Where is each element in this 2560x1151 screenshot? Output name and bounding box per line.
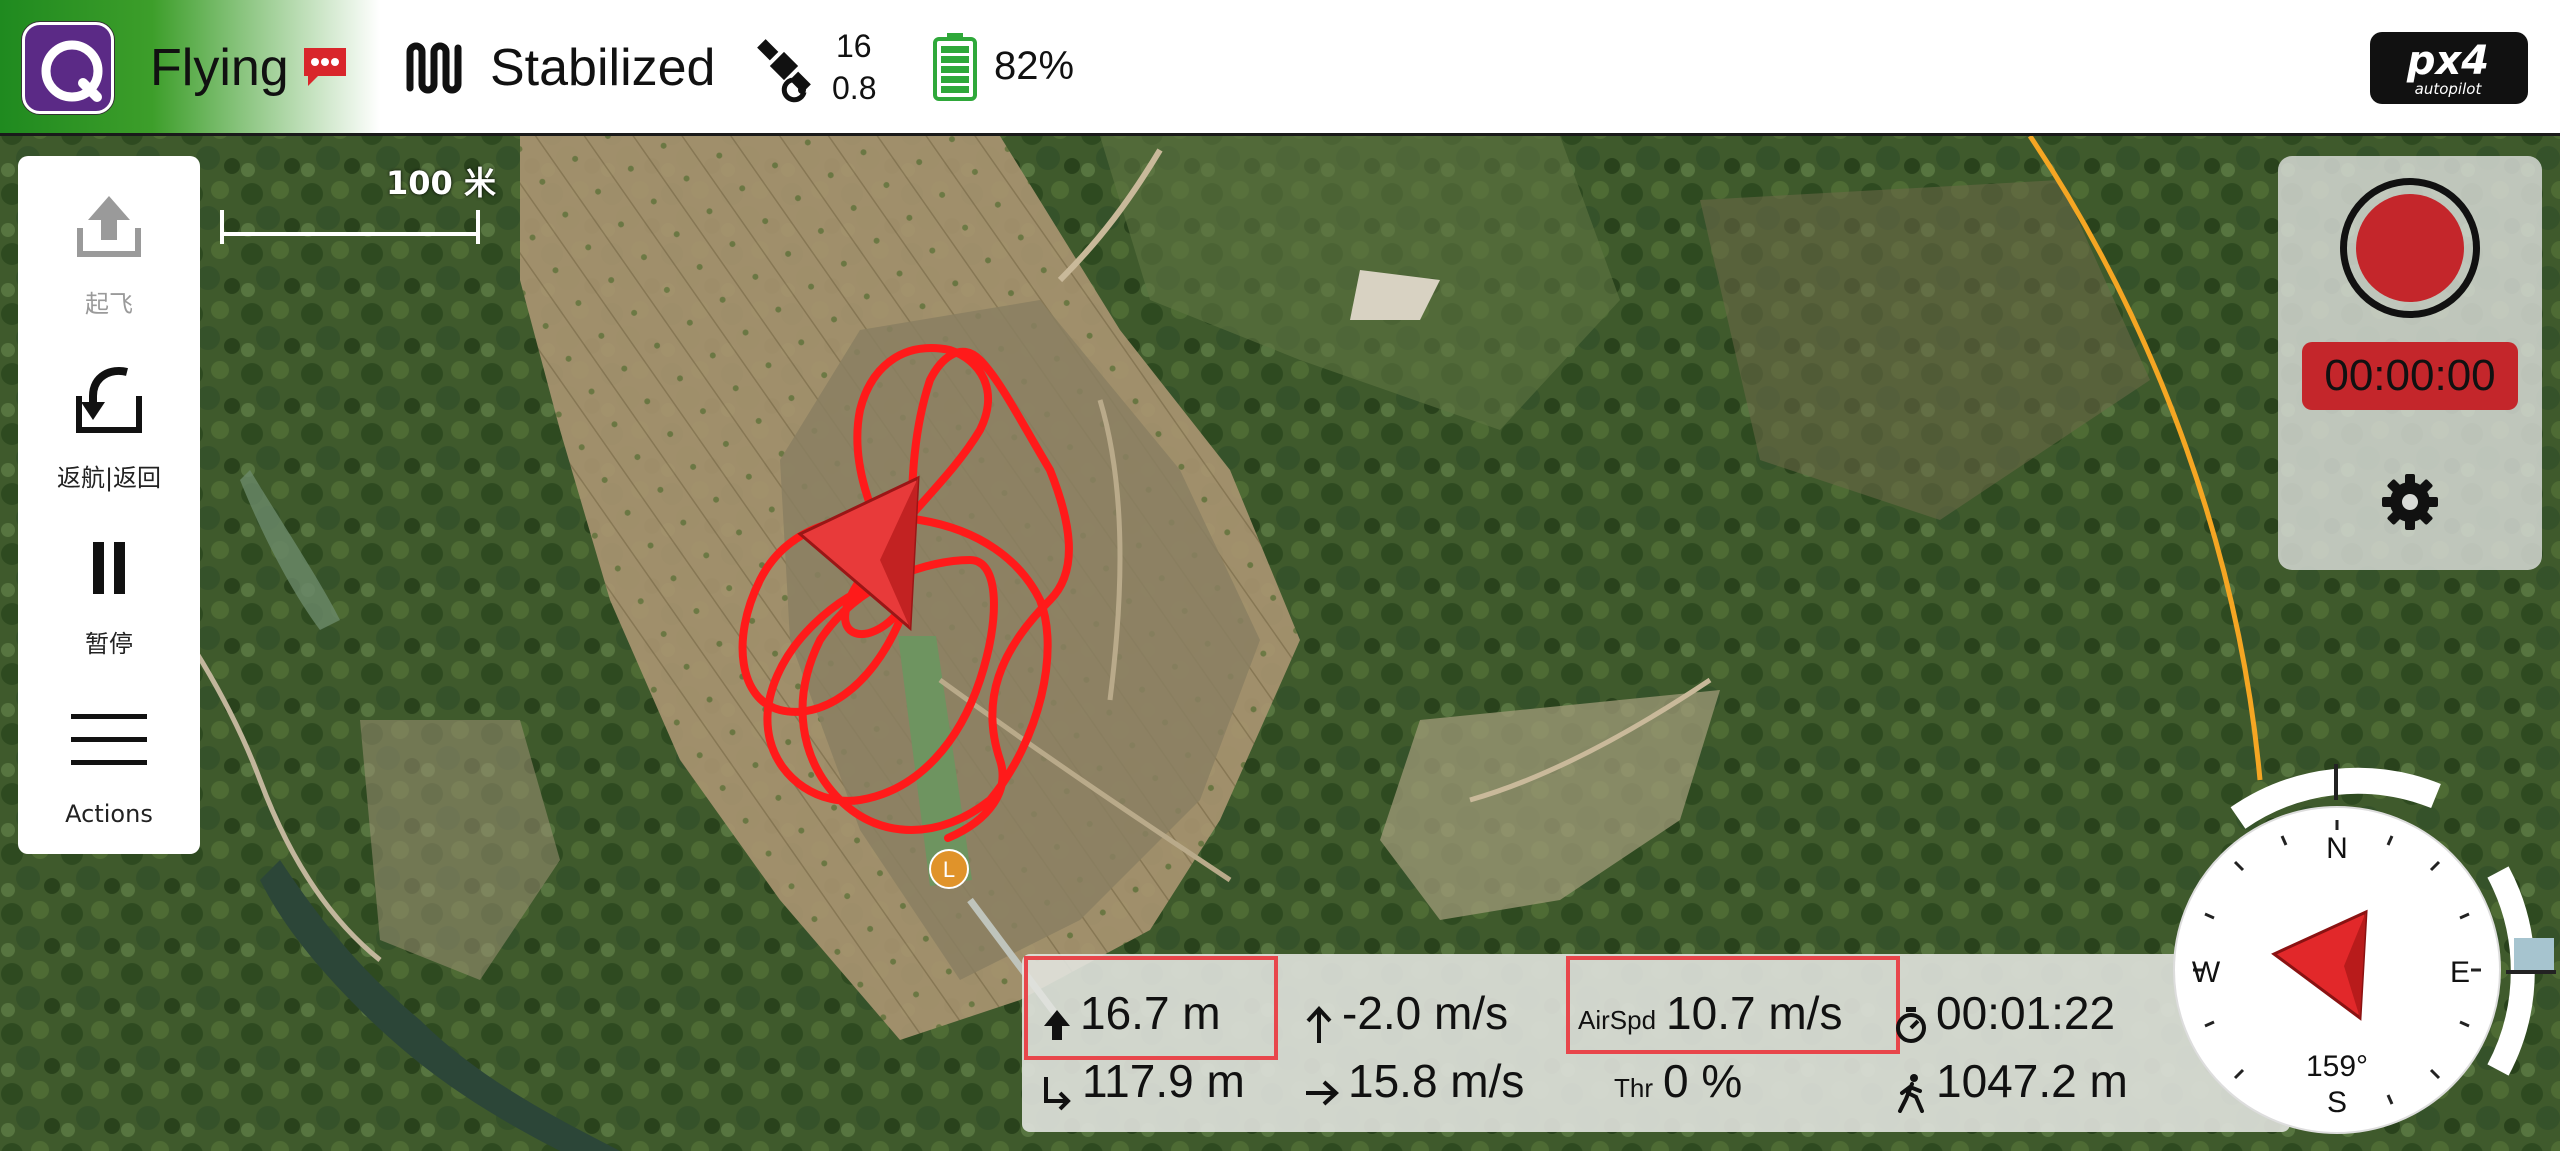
takeoff-label: 起飞 bbox=[85, 290, 133, 318]
return-icon bbox=[76, 367, 142, 433]
distance-traveled-value: 1047.2 m bbox=[1894, 1054, 2128, 1113]
camera-panel: 00:00:00 bbox=[2278, 156, 2542, 570]
pause-label: 暂停 bbox=[85, 630, 133, 658]
compass-north: N bbox=[2326, 832, 2348, 865]
tool-strip: 起飞 返航|返回 暂停 Actions bbox=[18, 156, 200, 854]
compass-south: S bbox=[2327, 1086, 2347, 1119]
satellite-icon[interactable] bbox=[748, 32, 820, 104]
return-button[interactable]: 返航|返回 bbox=[18, 362, 200, 502]
pause-icon bbox=[93, 542, 125, 594]
menu-icon bbox=[71, 714, 147, 765]
px4-logo-icon: px4 autopilot bbox=[2370, 32, 2528, 104]
return-label: 返航|返回 bbox=[56, 464, 162, 492]
distance-home-icon bbox=[1044, 1076, 1071, 1111]
telemetry-panel[interactable]: 16.7 m -2.0 m/s AirSpd 10.7 m/s 00:01:22 … bbox=[1022, 954, 2290, 1132]
svg-text:px4: px4 bbox=[2406, 38, 2489, 84]
actions-button[interactable]: Actions bbox=[18, 710, 200, 840]
qgc-logo-icon[interactable] bbox=[22, 22, 114, 114]
map-scale-label: 100 米 bbox=[386, 164, 496, 202]
stopwatch-icon bbox=[1896, 1006, 1926, 1043]
message-icon[interactable] bbox=[300, 44, 350, 88]
compass-west: W bbox=[2192, 956, 2221, 989]
takeoff-button[interactable]: 起飞 bbox=[18, 192, 200, 332]
compass-widget: N E S W 159° bbox=[2173, 764, 2556, 1134]
battery-percent: 82% bbox=[994, 44, 1075, 88]
compass-heading: 159° bbox=[2306, 1050, 2368, 1083]
home-marker-label: L bbox=[943, 857, 955, 882]
record-timer: 00:00:00 bbox=[2302, 342, 2518, 410]
altitude-value: 16.7 m bbox=[1042, 986, 1221, 1042]
gear-icon[interactable] bbox=[2380, 472, 2440, 532]
altitude-icon bbox=[1044, 1009, 1070, 1040]
throttle-value: Thr 0 % bbox=[1614, 1055, 1743, 1107]
flight-mode[interactable]: Stabilized bbox=[490, 38, 715, 98]
takeoff-icon bbox=[77, 196, 141, 257]
record-icon[interactable] bbox=[2340, 178, 2480, 318]
arrow-right-icon bbox=[1306, 1080, 1339, 1106]
vertical-speed-value: -2.0 m/s bbox=[1304, 986, 1508, 1045]
walking-icon bbox=[1898, 1073, 1924, 1113]
distance-home-value: 117.9 m bbox=[1042, 1054, 1245, 1111]
airspeed-value: AirSpd 10.7 m/s bbox=[1578, 987, 1843, 1039]
compass-east: E bbox=[2450, 956, 2470, 989]
top-toolbar: Flying Stabilized 16 0.8 82% px4 autopil… bbox=[0, 0, 2560, 136]
battery-icon[interactable] bbox=[932, 32, 978, 102]
flight-time-value: 00:01:22 bbox=[1894, 986, 2115, 1044]
arrow-up-icon bbox=[1306, 1005, 1332, 1043]
map-scale-bar bbox=[220, 210, 480, 244]
ground-speed-value: 15.8 m/s bbox=[1304, 1054, 1524, 1108]
satellite-count: 16 bbox=[836, 28, 872, 64]
flight-mode-icon[interactable] bbox=[404, 40, 468, 96]
actions-label: Actions bbox=[65, 800, 153, 828]
svg-text:autopilot: autopilot bbox=[2415, 80, 2483, 98]
flight-state[interactable]: Flying bbox=[150, 38, 289, 98]
pause-button[interactable]: 暂停 bbox=[18, 538, 200, 668]
gps-hdop: 0.8 bbox=[832, 70, 877, 106]
home-marker[interactable]: L bbox=[928, 848, 970, 890]
qgc-fly-view: L 100 米 Flying Stabilized 16 0.8 82% px4… bbox=[0, 0, 2560, 1151]
